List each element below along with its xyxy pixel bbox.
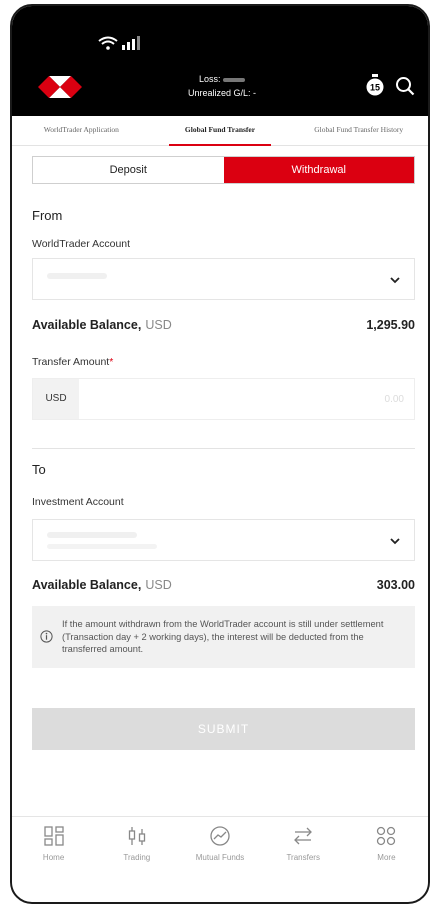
phone-frame: Loss: Unrealized G/L: - 15 WorldTrader A…	[10, 4, 430, 904]
transfer-arrows-icon	[294, 827, 313, 845]
transfer-amount-field: USD	[32, 378, 415, 420]
from-balance-label: Available Balance,	[32, 318, 142, 332]
to-balance-label: Available Balance,	[32, 578, 142, 592]
tab-global-fund-transfer[interactable]: Global Fund Transfer	[151, 116, 290, 146]
bottom-nav: Home Trading Mutual Funds Transfers More	[12, 816, 428, 876]
tab-global-fund-transfer-history[interactable]: Global Fund Transfer History	[289, 116, 428, 145]
section-divider	[32, 448, 415, 449]
withdrawal-option[interactable]: Withdrawal	[223, 157, 414, 183]
worldtrader-account-label: WorldTrader Account	[32, 238, 131, 250]
gain-loss-summary: Loss: Unrealized G/L: -	[162, 72, 282, 100]
info-icon	[40, 630, 53, 643]
chevron-down-icon	[390, 538, 400, 545]
to-balance-currency: USD	[145, 578, 172, 592]
required-mark: *	[109, 356, 114, 368]
unrealized-gl-label: Unrealized G/L: -	[187, 88, 257, 98]
chevron-down-icon	[390, 277, 400, 284]
candlestick-icon	[128, 827, 145, 845]
from-balance-row: Available Balance, USD 1,295.90	[32, 318, 415, 338]
wifi-icon	[98, 36, 118, 50]
search-icon[interactable]	[395, 76, 415, 96]
nav-home-label: Home	[42, 853, 65, 862]
nav-more[interactable]: More	[345, 817, 428, 876]
settlement-notice: If the amount withdrawn from the WorldTr…	[32, 606, 415, 668]
transfer-amount-input[interactable]	[79, 379, 414, 419]
worldtrader-account-select[interactable]	[32, 258, 415, 300]
investment-account-label: Investment Account	[32, 496, 124, 508]
status-bar	[98, 36, 140, 50]
tab-worldtrader-application[interactable]: WorldTrader Application	[12, 116, 151, 145]
tab-bar: WorldTrader Application Global Fund Tran…	[12, 116, 428, 146]
from-balance-value: 1,295.90	[366, 318, 415, 332]
to-balance-row: Available Balance, USD 303.00	[32, 578, 415, 598]
nav-more-label: More	[377, 853, 396, 862]
to-balance-value: 303.00	[376, 578, 415, 592]
timer-badge: 15	[370, 83, 380, 93]
nav-mutual-funds[interactable]: Mutual Funds	[178, 817, 261, 876]
nav-mutual-funds-label: Mutual Funds	[195, 853, 245, 862]
submit-button[interactable]: SUBMIT	[32, 708, 415, 750]
nav-transfers-label: Transfers	[286, 853, 320, 862]
deposit-option[interactable]: Deposit	[33, 157, 224, 183]
from-balance-currency: USD	[145, 318, 172, 332]
app-header: Loss: Unrealized G/L: - 15	[12, 6, 428, 116]
signal-icon	[122, 36, 140, 50]
transfer-amount-label: Transfer Amount*	[32, 356, 114, 368]
investment-account-select[interactable]	[32, 519, 415, 561]
loss-label: Loss:	[198, 74, 221, 84]
from-heading: From	[32, 208, 63, 223]
to-heading: To	[32, 462, 46, 477]
more-circles-icon	[377, 826, 396, 846]
nav-transfers[interactable]: Transfers	[262, 817, 345, 876]
session-timer-icon[interactable]: 15	[365, 74, 385, 96]
deposit-withdrawal-toggle: Deposit Withdrawal	[32, 156, 415, 184]
nav-trading[interactable]: Trading	[95, 817, 178, 876]
fund-chart-icon	[210, 826, 230, 846]
nav-home[interactable]: Home	[12, 817, 95, 876]
home-grid-icon	[43, 826, 64, 846]
notice-text: If the amount withdrawn from the WorldTr…	[62, 619, 384, 654]
hsbc-logo	[38, 76, 82, 98]
amount-currency: USD	[33, 379, 79, 419]
nav-trading-label: Trading	[123, 853, 151, 862]
